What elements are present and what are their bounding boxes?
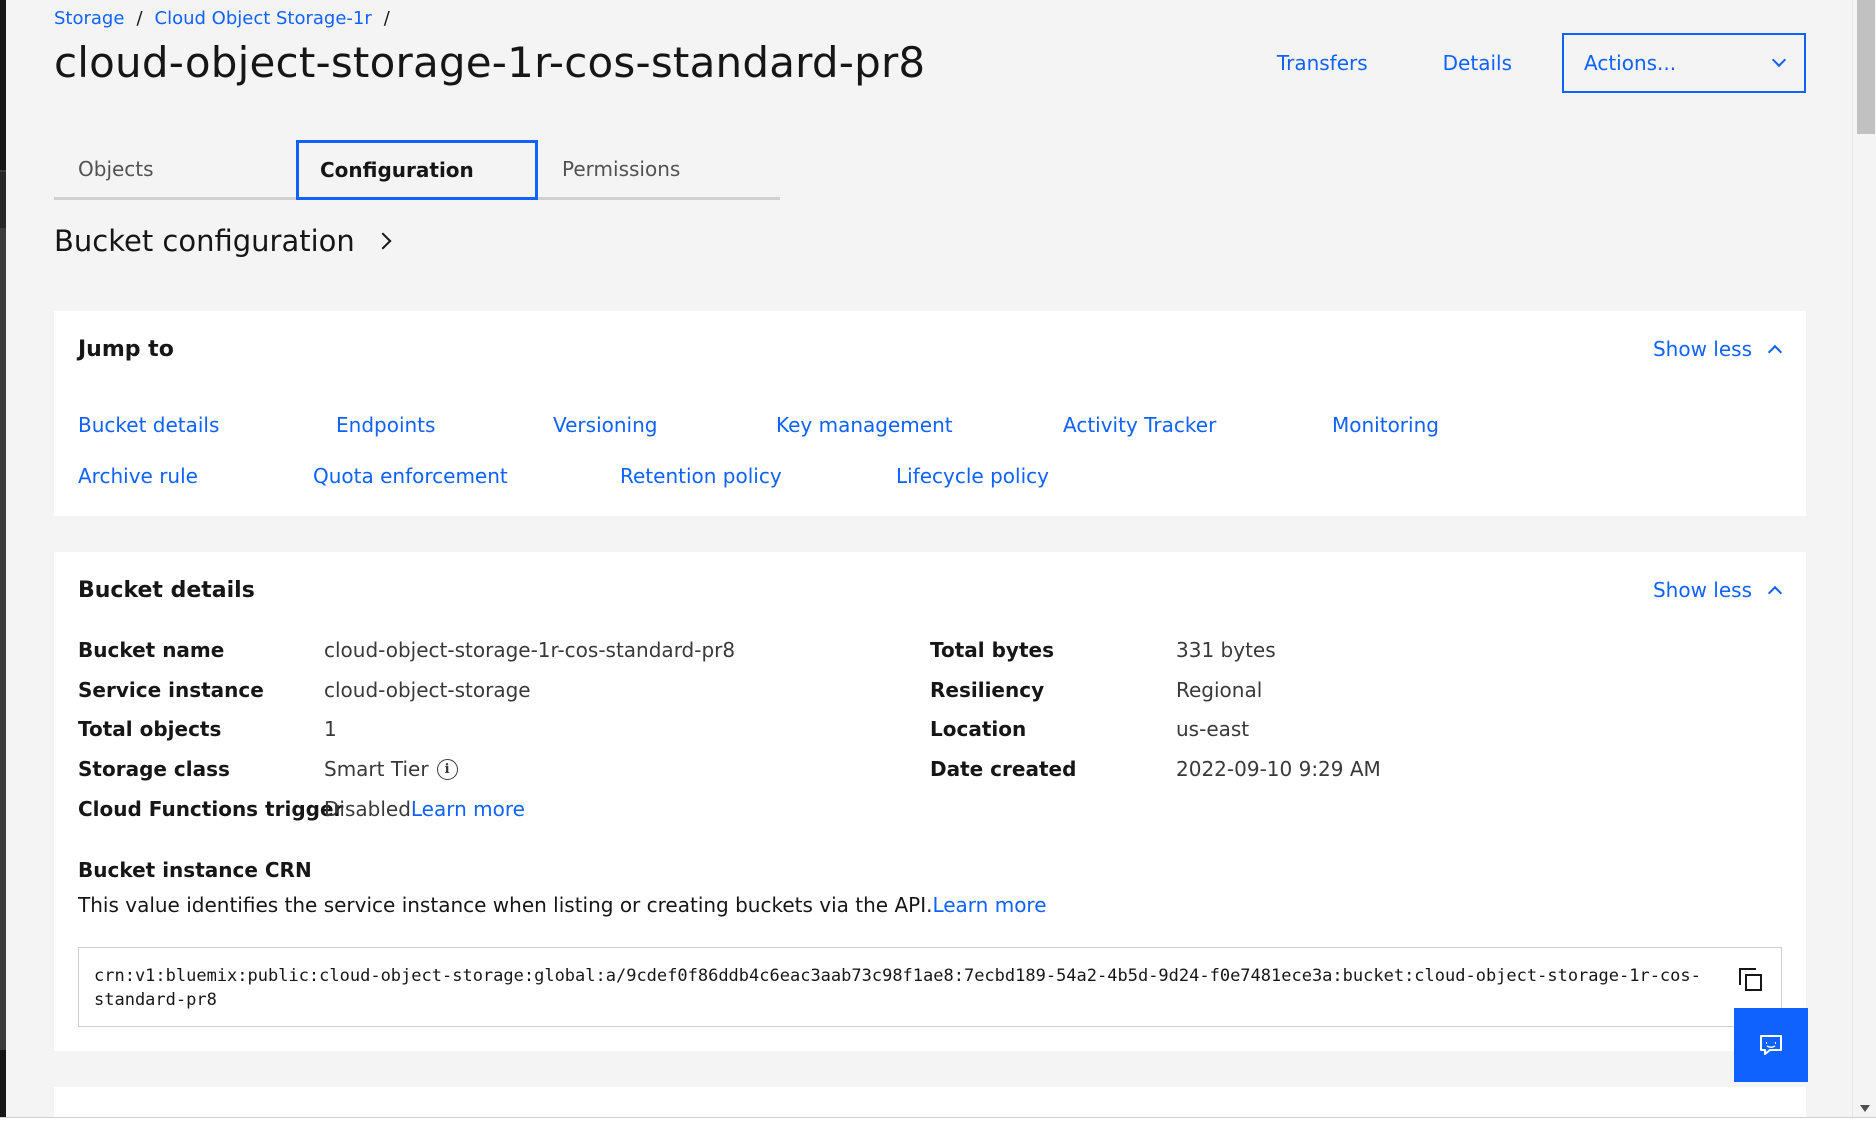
jump-to-card: Jump to Show less Bucket details Endpoin… xyxy=(54,311,1806,516)
transfers-link[interactable]: Transfers xyxy=(1277,32,1368,94)
breadcrumb-cloud-object-storage[interactable]: Cloud Object Storage-1r xyxy=(155,8,372,29)
feedback-icon xyxy=(1760,1035,1782,1055)
jump-link-activity-tracker[interactable]: Activity Tracker xyxy=(1063,413,1216,437)
crn-title: Bucket instance CRN xyxy=(78,858,312,882)
bucket-details-title: Bucket details xyxy=(78,578,255,603)
toggle-label: Show less xyxy=(1652,337,1752,361)
resiliency-label: Resiliency xyxy=(930,678,1045,702)
header-actions: Transfers Details Actions... xyxy=(1277,32,1806,94)
storage-class-label: Storage class xyxy=(78,757,230,781)
chevron-up-icon xyxy=(1767,585,1783,601)
copy-icon[interactable] xyxy=(1739,968,1763,992)
tab-label: Permissions xyxy=(562,156,681,181)
storage-class-text: Smart Tier xyxy=(324,757,429,781)
scroll-down-arrow-icon[interactable] xyxy=(1860,1105,1870,1112)
left-edge-segment xyxy=(0,172,6,228)
toggle-label: Show less xyxy=(1652,578,1752,602)
tab-label: Configuration xyxy=(320,158,474,182)
date-created-label: Date created xyxy=(930,757,1077,781)
section-heading-label: Bucket configuration xyxy=(54,224,355,258)
bottom-edge xyxy=(0,1117,1876,1122)
cloud-functions-learn-more-link[interactable]: Learn more xyxy=(411,797,525,821)
total-bytes-value: 331 bytes xyxy=(1176,638,1276,662)
crn-code-snippet[interactable]: crn:v1:bluemix:public:cloud-object-stora… xyxy=(78,947,1782,1027)
actions-dropdown-label: Actions... xyxy=(1584,51,1677,75)
jump-link-retention-policy[interactable]: Retention policy xyxy=(620,464,782,488)
jump-link-key-management[interactable]: Key management xyxy=(776,413,953,437)
left-edge-segment xyxy=(0,1050,6,1118)
date-created-value: 2022-09-10 9:29 AM xyxy=(1176,757,1381,781)
breadcrumb-separator: / xyxy=(136,8,143,29)
jump-link-bucket-details[interactable]: Bucket details xyxy=(78,413,219,437)
jump-to-toggle[interactable]: Show less xyxy=(1652,337,1783,361)
tab-objects[interactable]: Objects xyxy=(54,140,296,200)
left-edge-segment xyxy=(0,0,6,170)
feedback-button[interactable] xyxy=(1734,1008,1808,1082)
bucket-details-toggle[interactable]: Show less xyxy=(1652,578,1783,602)
chevron-up-icon xyxy=(1767,344,1783,360)
cloud-functions-trigger-text: Disabled xyxy=(324,797,411,821)
scrollbar-thumb[interactable] xyxy=(1857,0,1875,134)
cloud-functions-trigger-value: Disabled Learn more xyxy=(324,797,525,821)
details-link[interactable]: Details xyxy=(1443,32,1512,94)
tab-configuration[interactable]: Configuration xyxy=(296,140,538,200)
location-label: Location xyxy=(930,717,1027,741)
crn-description: This value identifies the service instan… xyxy=(78,893,1047,917)
bucket-configuration-heading[interactable]: Bucket configuration xyxy=(54,224,392,258)
jump-link-quota-enforcement[interactable]: Quota enforcement xyxy=(313,464,508,488)
crn-learn-more-link[interactable]: Learn more xyxy=(932,893,1046,917)
resiliency-value: Regional xyxy=(1176,678,1263,702)
crn-description-text: This value identifies the service instan… xyxy=(78,893,933,917)
bucket-name-label: Bucket name xyxy=(78,638,225,662)
jump-link-versioning[interactable]: Versioning xyxy=(553,413,657,437)
service-instance-label: Service instance xyxy=(78,678,264,702)
jump-link-monitoring[interactable]: Monitoring xyxy=(1332,413,1439,437)
total-objects-value: 1 xyxy=(324,717,337,741)
chevron-right-icon xyxy=(374,232,392,250)
breadcrumb-storage[interactable]: Storage xyxy=(54,8,124,29)
jump-link-lifecycle-policy[interactable]: Lifecycle policy xyxy=(896,464,1049,488)
location-value: us-east xyxy=(1176,717,1250,741)
vertical-scrollbar[interactable] xyxy=(1852,0,1876,1118)
cloud-functions-trigger-label: Cloud Functions trigger xyxy=(78,797,344,821)
breadcrumb-separator: / xyxy=(383,8,390,29)
page-title: cloud-object-storage-1r-cos-standard-pr8 xyxy=(54,38,926,87)
crn-value: crn:v1:bluemix:public:cloud-object-stora… xyxy=(94,966,1701,1010)
storage-class-value: Smart Tier i xyxy=(324,757,458,781)
bucket-name-value: cloud-object-storage-1r-cos-standard-pr8 xyxy=(324,638,736,662)
tab-label: Objects xyxy=(78,156,154,181)
tab-list: Objects Configuration Permissions xyxy=(54,140,780,200)
jump-link-archive-rule[interactable]: Archive rule xyxy=(78,464,198,488)
jump-to-title: Jump to xyxy=(78,337,174,362)
jump-link-endpoints[interactable]: Endpoints xyxy=(336,413,435,437)
total-objects-label: Total objects xyxy=(78,717,222,741)
bucket-details-card: Bucket details Show less Bucket name clo… xyxy=(54,552,1806,1051)
tab-permissions[interactable]: Permissions xyxy=(538,140,780,200)
total-bytes-label: Total bytes xyxy=(930,638,1054,662)
service-instance-value: cloud-object-storage xyxy=(324,678,531,702)
info-icon[interactable]: i xyxy=(436,758,458,780)
breadcrumb: Storage / Cloud Object Storage-1r / xyxy=(54,8,390,29)
chevron-down-icon xyxy=(1771,52,1787,68)
left-edge-strip xyxy=(0,0,6,1118)
actions-dropdown[interactable]: Actions... xyxy=(1562,33,1806,93)
